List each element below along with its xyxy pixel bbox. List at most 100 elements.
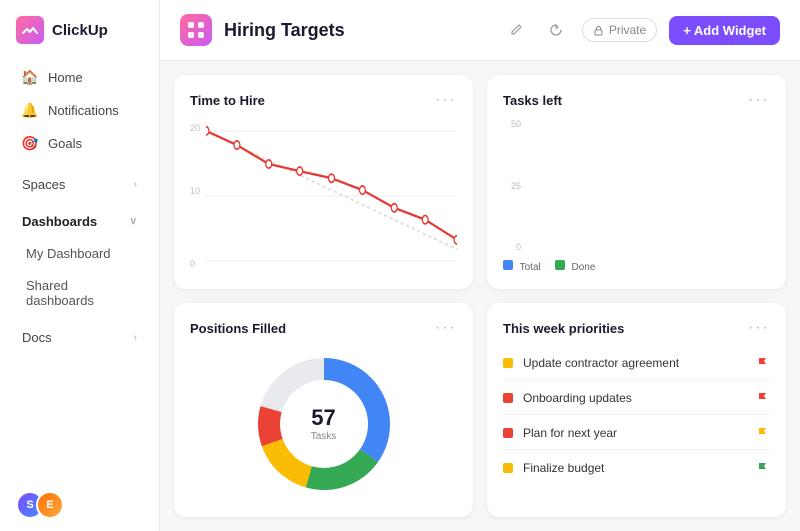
priority-dot-4 (503, 463, 513, 473)
widget-priorities-header: This week priorities ··· (503, 319, 770, 337)
donut-number: 57 (311, 406, 337, 430)
lock-icon (593, 25, 604, 36)
priority-flag-1 (756, 356, 770, 370)
add-widget-button[interactable]: + Add Widget (669, 16, 780, 45)
widget-priorities-title: This week priorities (503, 321, 624, 336)
donut-label: Tasks (311, 431, 337, 442)
widget-positions-filled-title: Positions Filled (190, 321, 286, 336)
refresh-icon (549, 23, 563, 37)
legend-dot-total (503, 260, 513, 270)
widget-positions-filled-menu[interactable]: ··· (435, 319, 457, 337)
chevron-right-icon-docs: › (134, 332, 137, 343)
priority-text-3: Plan for next year (523, 426, 746, 440)
grid-icon (187, 21, 205, 39)
widget-time-to-hire-content: 20 10 0 (190, 119, 457, 273)
my-dashboard-label: My Dashboard (26, 246, 111, 261)
priority-item-3: Plan for next year (503, 417, 770, 450)
widget-priorities-menu[interactable]: ··· (748, 319, 770, 337)
widget-time-to-hire-menu[interactable]: ··· (435, 91, 457, 109)
line-chart: 20 10 0 (190, 119, 457, 273)
donut-center: 57 Tasks (311, 406, 337, 441)
clickup-logo-icon (16, 16, 44, 44)
sidebar-item-spaces[interactable]: Spaces › (6, 169, 153, 200)
avatar-stack: S E (16, 491, 64, 519)
legend-total: Total (503, 260, 541, 273)
bell-icon: 🔔 (22, 102, 38, 118)
widget-tasks-left-title: Tasks left (503, 93, 562, 108)
priority-flag-3 (756, 426, 770, 440)
sidebar-item-home[interactable]: 🏠 Home (6, 61, 153, 93)
target-icon: 🎯 (22, 135, 38, 151)
sidebar-item-label: Home (48, 70, 83, 85)
avatar-e: E (36, 491, 64, 519)
sidebar-item-label: Notifications (48, 103, 119, 118)
priority-list: Update contractor agreement Onboarding u… (503, 347, 770, 484)
y-label-max: 20 (190, 123, 200, 133)
priority-flag-2 (756, 391, 770, 405)
sidebar-item-my-dashboard[interactable]: My Dashboard (6, 238, 153, 269)
header-actions: Private + Add Widget (502, 16, 780, 45)
dashboards-label: Dashboards (22, 214, 97, 229)
y-label-25: 25 (503, 181, 521, 191)
chevron-down-icon: ∨ (130, 216, 137, 227)
home-icon: 🏠 (22, 69, 38, 85)
flag-icon-2 (757, 392, 769, 404)
page-header-icon (180, 14, 212, 46)
priority-dot-1 (503, 358, 513, 368)
widget-tasks-left-header: Tasks left ··· (503, 91, 770, 109)
y-label-mid: 10 (190, 186, 200, 196)
y-label-0: 0 (503, 242, 521, 252)
chevron-right-icon: › (134, 179, 137, 190)
sidebar-item-docs[interactable]: Docs › (6, 322, 153, 353)
shared-dashboards-label: Shared dashboards (26, 278, 137, 308)
page-title: Hiring Targets (224, 20, 490, 41)
flag-icon-3 (757, 427, 769, 439)
sidebar-item-dashboards[interactable]: Dashboards ∨ (6, 206, 153, 237)
y-label-min: 0 (190, 259, 195, 269)
bar-chart-area (525, 119, 770, 252)
flag-icon-4 (757, 462, 769, 474)
widget-time-to-hire-header: Time to Hire ··· (190, 91, 457, 109)
bar-chart-wrapper: 50 25 0 (503, 119, 770, 252)
line-chart-svg (206, 119, 457, 273)
sidebar-item-shared-dashboards[interactable]: Shared dashboards (6, 270, 153, 316)
main-content: Hiring Targets Private (160, 0, 800, 531)
donut-chart-container: 57 Tasks (190, 347, 457, 501)
widget-time-to-hire-title: Time to Hire (190, 93, 265, 108)
legend-done: Done (555, 260, 596, 273)
sidebar-item-notifications[interactable]: 🔔 Notifications (6, 94, 153, 126)
widget-tasks-left: Tasks left ··· 50 25 0 (487, 75, 786, 289)
pencil-icon (509, 23, 523, 37)
sidebar-footer: S E (0, 479, 159, 531)
priority-dot-3 (503, 428, 513, 438)
widget-positions-filled: Positions Filled ··· (174, 303, 473, 517)
sidebar-item-goals[interactable]: 🎯 Goals (6, 127, 153, 159)
legend-dot-done (555, 260, 565, 270)
widget-tasks-left-content: 50 25 0 (503, 119, 770, 273)
refresh-button[interactable] (542, 16, 570, 44)
priority-item-2: Onboarding updates (503, 382, 770, 415)
widget-positions-filled-header: Positions Filled ··· (190, 319, 457, 337)
priority-text-4: Finalize budget (523, 461, 746, 475)
privacy-badge[interactable]: Private (582, 18, 657, 42)
logo-text: ClickUp (52, 22, 108, 39)
priority-dot-2 (503, 393, 513, 403)
spaces-label: Spaces (22, 177, 65, 192)
widget-priorities-content: Update contractor agreement Onboarding u… (503, 347, 770, 501)
bar-chart-legend: Total Done (503, 260, 770, 273)
priority-item-1: Update contractor agreement (503, 347, 770, 380)
edit-button[interactable] (502, 16, 530, 44)
sidebar: ClickUp 🏠 Home 🔔 Notifications 🎯 Goals S… (0, 0, 160, 531)
priority-text-2: Onboarding updates (523, 391, 746, 405)
sidebar-logo[interactable]: ClickUp (0, 0, 159, 56)
priority-text-1: Update contractor agreement (523, 356, 746, 370)
priority-flag-4 (756, 461, 770, 475)
add-widget-label: + Add Widget (683, 23, 766, 38)
sidebar-navigation: 🏠 Home 🔔 Notifications 🎯 Goals Spaces › … (0, 56, 159, 479)
widget-positions-filled-content: 57 Tasks (190, 347, 457, 501)
widget-time-to-hire: Time to Hire ··· 20 10 0 (174, 75, 473, 289)
privacy-label: Private (609, 23, 646, 37)
widget-tasks-left-menu[interactable]: ··· (748, 91, 770, 109)
dashboard-grid: Time to Hire ··· 20 10 0 (160, 61, 800, 531)
flag-icon-1 (757, 357, 769, 369)
